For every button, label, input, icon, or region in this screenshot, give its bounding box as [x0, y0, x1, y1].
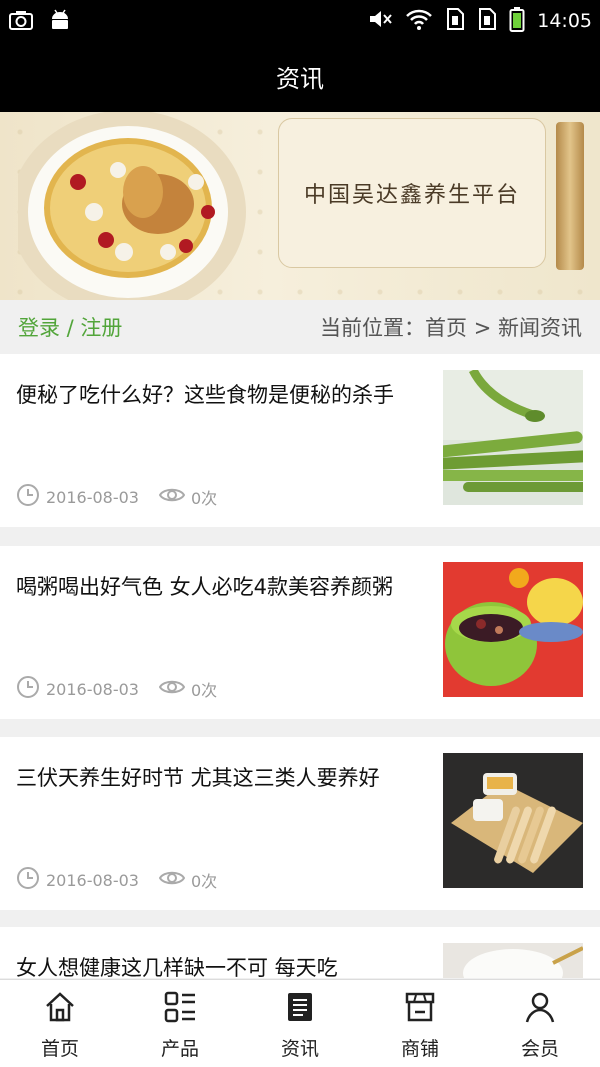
clock-icon	[16, 866, 40, 894]
scroll-ornament	[556, 122, 584, 270]
clock-icon	[16, 483, 40, 511]
breadsticks-photo[interactable]	[443, 753, 583, 888]
tab-label: 资讯	[280, 1038, 319, 1060]
article-meta: 2016-08-03 0次	[16, 675, 217, 703]
home-icon	[43, 990, 77, 1028]
article-title[interactable]: 三伏天养生好时节 尤其这三类人要养好	[16, 763, 406, 794]
tab-member[interactable]: 会员	[480, 980, 600, 1067]
tab-label: 首页	[40, 1038, 79, 1060]
bottom-tab-bar: 首页 产品 资讯 商铺 会员	[0, 979, 600, 1067]
milk-photo[interactable]	[443, 943, 583, 978]
banner-title-card: 中国吴达鑫养生平台	[278, 118, 546, 268]
list-item[interactable]: 三伏天养生好时节 尤其这三类人要养好 2016-08-03 0次	[0, 737, 600, 910]
eye-icon	[158, 485, 186, 509]
user-icon	[523, 990, 557, 1028]
article-title[interactable]: 喝粥喝出好气色 女人必吃4款美容养颜粥	[16, 572, 406, 603]
article-list[interactable]: 便秘了吃什么好？这些食物是便秘的杀手 2016-08-03 0次 喝粥喝出好气色…	[0, 354, 600, 978]
sim2-icon	[477, 7, 497, 35]
mute-icon	[367, 7, 393, 35]
eye-icon	[158, 677, 186, 701]
article-views: 0次	[190, 681, 218, 700]
congee-photo[interactable]	[443, 562, 583, 697]
sim1-icon	[445, 7, 465, 35]
page-title: 资讯	[276, 64, 324, 93]
clock-icon	[16, 675, 40, 703]
banner[interactable]: 中国吴达鑫养生平台	[0, 112, 600, 300]
list-item[interactable]: 喝粥喝出好气色 女人必吃4款美容养颜粥 2016-08-03 0次	[0, 546, 600, 719]
battery-icon	[509, 6, 525, 36]
article-views: 0次	[190, 489, 218, 508]
location-bar: 登录 / 注册 当前位置：首页 > 新闻资讯	[0, 300, 600, 354]
article-title[interactable]: 女人想健康这几样缺一不可 每天吃	[16, 953, 406, 978]
list-item[interactable]: 女人想健康这几样缺一不可 每天吃	[0, 927, 600, 978]
article-date: 2016-08-03	[46, 679, 139, 699]
eye-icon	[158, 868, 186, 892]
android-icon	[48, 8, 72, 36]
tab-products[interactable]: 产品	[120, 980, 240, 1067]
app-header: 资讯	[0, 40, 600, 112]
status-bar: 14:05	[0, 0, 600, 40]
asparagus-photo[interactable]	[443, 370, 583, 505]
article-views: 0次	[190, 872, 218, 891]
clock-time: 14:05	[537, 10, 592, 32]
login-register-link[interactable]: 登录 / 注册	[18, 312, 122, 342]
article-date: 2016-08-03	[46, 870, 139, 890]
camera-icon	[8, 8, 34, 36]
breadcrumb: 当前位置：首页 > 新闻资讯	[320, 316, 582, 340]
wifi-icon	[405, 7, 433, 35]
banner-title: 中国吴达鑫养生平台	[303, 183, 520, 208]
tab-news[interactable]: 资讯	[240, 980, 360, 1067]
tab-home[interactable]: 首页	[0, 980, 120, 1067]
article-meta: 2016-08-03 0次	[16, 866, 217, 894]
store-icon	[403, 990, 437, 1028]
tab-label: 会员	[520, 1038, 559, 1060]
grid-list-icon	[163, 990, 197, 1028]
article-meta: 2016-08-03 0次	[16, 483, 217, 511]
list-item[interactable]: 便秘了吃什么好？这些食物是便秘的杀手 2016-08-03 0次	[0, 354, 600, 527]
tab-store[interactable]: 商铺	[360, 980, 480, 1067]
article-title[interactable]: 便秘了吃什么好？这些食物是便秘的杀手	[16, 380, 406, 411]
article-date: 2016-08-03	[46, 487, 139, 507]
document-icon	[283, 990, 317, 1028]
soup-bowl-image	[18, 112, 246, 300]
tab-label: 商铺	[400, 1038, 439, 1060]
tab-label: 产品	[160, 1038, 199, 1060]
